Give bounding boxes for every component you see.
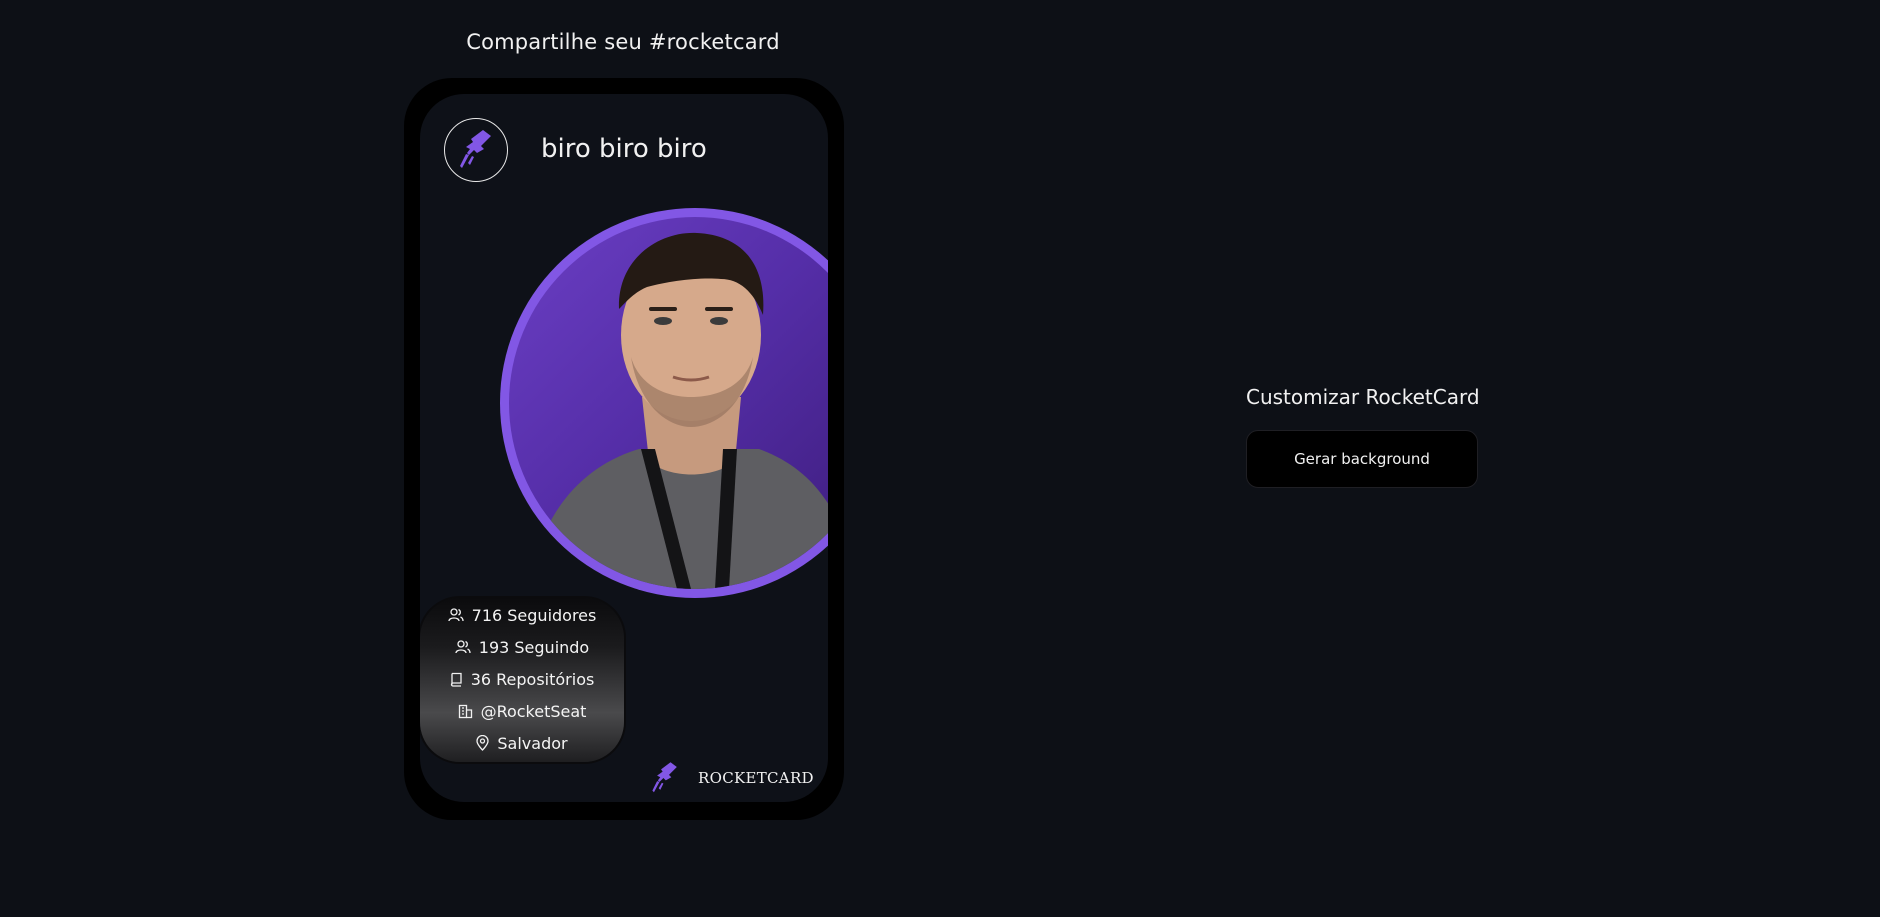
company-name: @RocketSeat [480,701,587,721]
users-icon [447,608,464,622]
stat-followers: 716 Seguidores [420,600,624,630]
stat-company: @RocketSeat [420,696,624,726]
page: Compartilhe seu #rocketcard biro biro bi… [0,0,1880,917]
rocketseat-logo-icon [460,130,491,168]
stat-following: 193 Seguindo [420,632,624,662]
repositories-count: 36 Repositórios [470,669,595,689]
location-name: Salvador [497,733,568,753]
users-icon [455,640,471,654]
avatar [509,217,828,589]
brand-text: ROCKETCARD [698,769,814,787]
avatar-photo [529,232,828,589]
avatar-ring [500,208,828,598]
stat-repositories: 36 Repositórios [420,664,624,694]
generate-background-button[interactable]: Gerar background [1246,430,1478,488]
stat-location: Salvador [420,728,624,758]
logo-badge [444,118,508,182]
map-pin-icon [476,735,490,751]
stats-box: 716 Seguidores 193 Seguindo 36 Repositór… [420,598,624,762]
rocket-card-frame: biro biro biro 716 Seguidores 193 Seguin… [404,78,844,820]
followers-count: 716 Seguidores [471,605,597,625]
book-icon [450,672,462,687]
share-title: Compartilhe seu #rocketcard [466,30,780,54]
rocket-card: biro biro biro 716 Seguidores 193 Seguin… [420,94,828,802]
rocketseat-logo-icon [652,762,677,793]
building-icon [458,704,472,718]
customize-title: Customizar RocketCard [1246,385,1480,409]
user-name: biro biro biro [541,134,707,164]
following-count: 193 Seguindo [478,637,590,657]
brand-footer: ROCKETCARD [650,758,814,798]
